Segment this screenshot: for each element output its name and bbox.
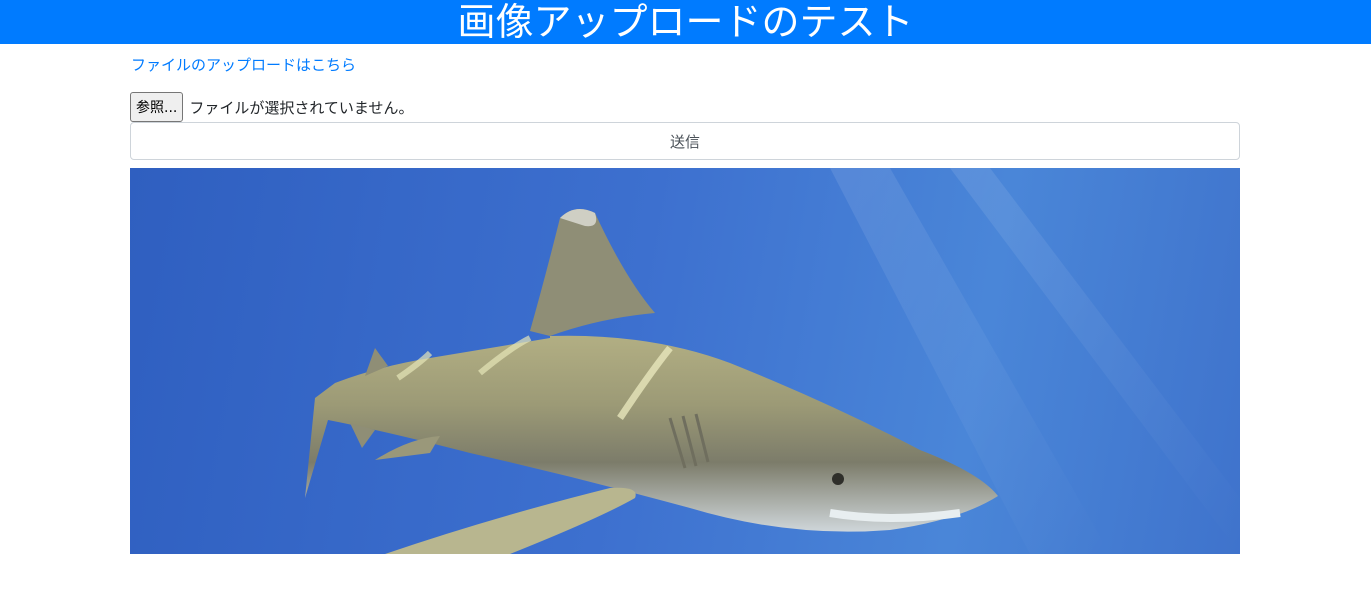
upload-link[interactable]: ファイルのアップロードはこちら [131,54,356,75]
file-status-text: ファイルが選択されていません。 [189,98,414,117]
browse-button[interactable]: 参照... [130,92,184,122]
submit-button[interactable]: 送信 [130,122,1240,160]
uploaded-image [130,168,1240,554]
page-title: 画像アップロードのテスト [457,0,914,44]
file-input[interactable]: 参照... ファイルが選択されていません。 [130,92,413,122]
page-header: 画像アップロードのテスト [0,0,1371,44]
shark-illustration [300,168,1240,554]
